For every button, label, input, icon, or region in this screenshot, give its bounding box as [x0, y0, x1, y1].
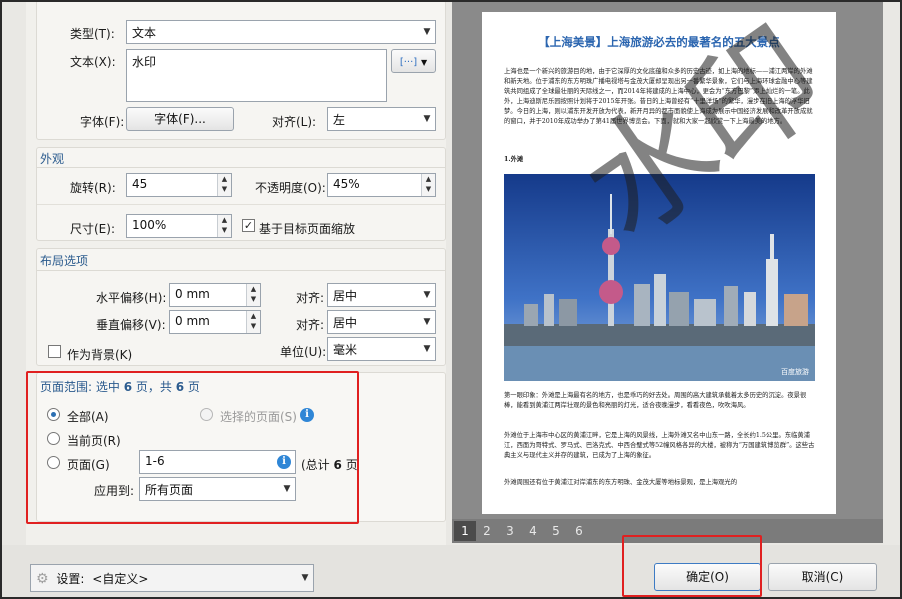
- window-frame: [0, 0, 902, 599]
